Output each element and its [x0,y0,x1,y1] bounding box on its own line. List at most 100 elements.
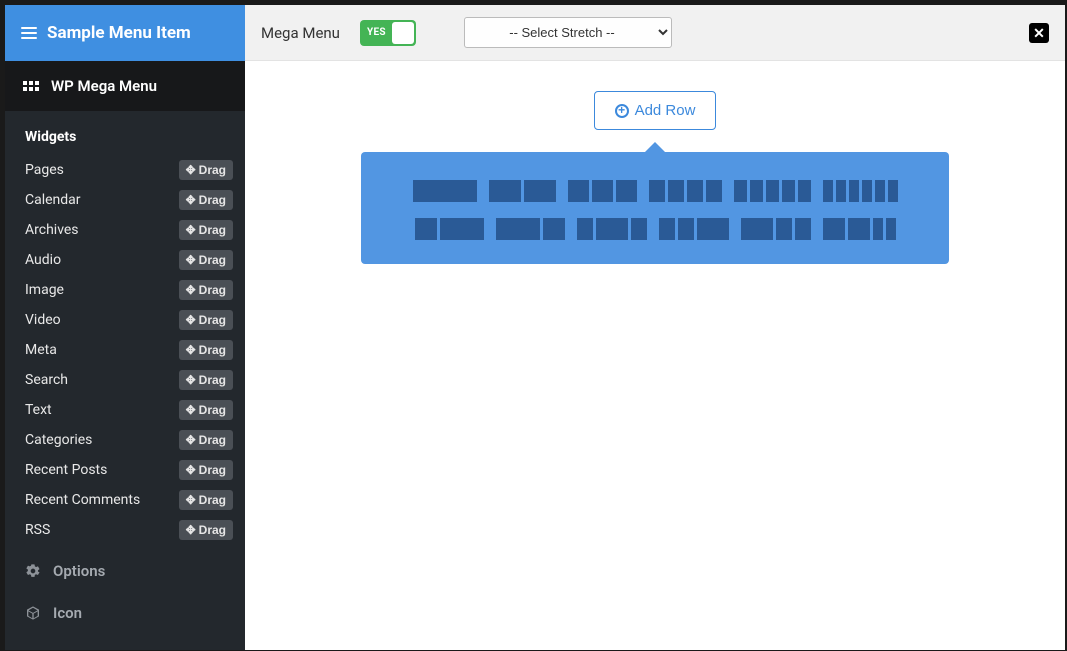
drag-label: Drag [199,313,226,327]
widget-item: Audio ✥Drag [9,245,241,275]
drag-label: Drag [199,433,226,447]
layout-col [687,180,703,202]
add-row-label: Add Row [635,102,696,119]
layout-col [697,218,729,240]
drag-button[interactable]: ✥Drag [179,430,233,450]
layout-col [415,218,437,240]
layout-option[interactable] [659,218,729,240]
layout-col [596,218,628,240]
drag-label: Drag [199,373,226,387]
hamburger-icon[interactable] [21,24,37,42]
move-icon: ✥ [186,344,196,356]
layout-col [678,218,694,240]
widget-label: Meta [25,342,57,358]
drag-button[interactable]: ✥Drag [179,280,233,300]
layout-option[interactable] [823,180,898,202]
widget-label: Search [25,372,68,388]
drag-button[interactable]: ✥Drag [179,490,233,510]
widget-item: Text✥Drag [9,395,241,425]
widget-label: Recent Posts [25,462,107,478]
drag-button[interactable]: ✥Drag [179,400,233,420]
drag-label: Drag [199,463,226,477]
drag-button[interactable]: ✥Drag [179,340,233,360]
layout-col [795,218,811,240]
layout-option[interactable] [649,180,722,202]
layout-option[interactable] [415,218,484,240]
drag-button[interactable]: ✥Drag [179,220,233,240]
widgets-section-title: Widgets [5,111,245,155]
mega-menu-toggle[interactable]: YES [360,20,416,46]
layout-col [577,218,593,240]
layout-option[interactable] [823,218,896,240]
options-item[interactable]: Options [5,550,245,592]
move-icon: ✥ [186,464,196,476]
layout-option[interactable] [577,218,647,240]
drag-button[interactable]: ✥Drag [179,250,233,270]
drag-label: Drag [199,223,226,237]
widget-item: Calendar ✥Drag [9,185,241,215]
layout-option[interactable] [568,180,637,202]
widget-item: Recent Posts ✥Drag [9,455,241,485]
layout-col [766,180,779,202]
cube-icon [25,605,41,621]
layout-col [496,218,540,240]
drag-button[interactable]: ✥Drag [179,190,233,210]
drag-button[interactable]: ✥Drag [179,520,233,540]
layout-option[interactable] [496,218,565,240]
layout-row [391,180,919,202]
stretch-select[interactable]: -- Select Stretch -- [464,17,672,48]
drag-label: Drag [199,193,226,207]
widget-label: Audio [25,252,61,268]
toggle-state: YES [360,27,386,38]
widget-item: Meta ✥Drag [9,335,241,365]
layout-col [649,180,665,202]
drag-label: Drag [199,523,226,537]
drag-button[interactable]: ✥Drag [179,370,233,390]
layout-option[interactable] [741,218,811,240]
drag-button[interactable]: ✥Drag [179,160,233,180]
move-icon: ✥ [186,524,196,536]
widget-label: Recent Comments [25,492,140,508]
menu-item-title: Sample Menu Item [47,23,191,43]
layout-col [489,180,521,202]
drag-button[interactable]: ✥Drag [179,460,233,480]
layout-col [848,218,870,240]
drag-label: Drag [199,343,226,357]
layout-col [543,218,565,240]
plus-circle-icon [615,104,629,118]
widget-item: Search ✥Drag [9,365,241,395]
layout-col [823,218,845,240]
close-button[interactable]: ✕ [1029,23,1049,43]
layout-col [875,180,885,202]
layout-option[interactable] [489,180,556,202]
widget-label: Image [25,282,64,298]
widget-item: Archives✥Drag [9,215,241,245]
move-icon: ✥ [186,224,196,236]
tab-label: WP Mega Menu [51,77,157,95]
sidebar-header: Sample Menu Item [5,5,245,61]
widget-label: Calendar [25,192,81,208]
layout-col [823,180,833,202]
layout-col [888,180,898,202]
layout-col [706,180,722,202]
layout-col [616,180,637,202]
layout-col [413,180,477,202]
move-icon: ✥ [186,374,196,386]
layout-col [836,180,846,202]
layout-option[interactable] [734,180,811,202]
layout-col [886,218,896,240]
layout-col [734,180,747,202]
main-panel: Mega Menu YES -- Select Stretch -- ✕ Add… [245,5,1065,650]
mega-menu-label: Mega Menu [261,24,340,42]
icon-item[interactable]: Icon [5,592,245,634]
layout-col [524,180,556,202]
layout-option[interactable] [413,180,477,202]
tab-mega-menu[interactable]: WP Mega Menu [5,61,245,111]
layout-col [750,180,763,202]
gear-icon [25,563,41,579]
layout-col [862,180,872,202]
move-icon: ✥ [186,434,196,446]
add-row-button[interactable]: Add Row [594,91,717,130]
drag-button[interactable]: ✥Drag [179,310,233,330]
move-icon: ✥ [186,494,196,506]
